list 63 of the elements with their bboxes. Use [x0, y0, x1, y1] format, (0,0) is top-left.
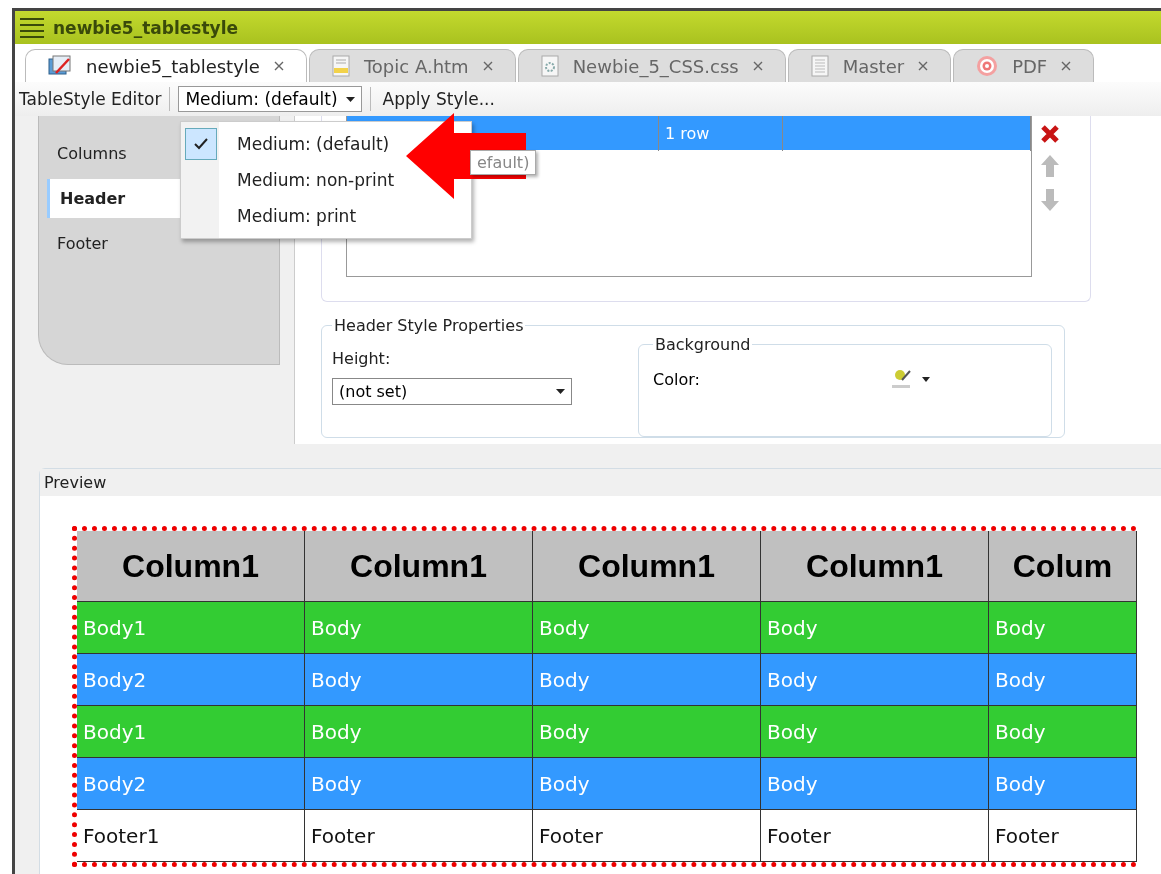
preview-title: Preview — [40, 469, 1161, 496]
menu-icon[interactable] — [19, 16, 45, 39]
document-tab[interactable]: newbie5_tablestyle — [25, 49, 307, 82]
table-cell: Body1 — [77, 706, 305, 758]
group-title: Header Style Properties — [333, 316, 525, 335]
table-cell: Body — [989, 602, 1137, 654]
document-tab[interactable]: Newbie_5_CSS.css — [517, 49, 786, 82]
table-cell: Body1 — [77, 602, 305, 654]
close-icon[interactable] — [752, 61, 763, 71]
table-cell: Body — [533, 602, 761, 654]
field-label: Height: — [332, 349, 392, 368]
close-icon[interactable] — [1061, 61, 1072, 71]
table-cell: Footer — [989, 810, 1137, 862]
table-cell: Body — [761, 654, 989, 706]
document-icon — [810, 55, 829, 77]
table-cell: Body — [989, 654, 1137, 706]
editor-title: TableStyle Editor — [19, 89, 162, 109]
caret-icon — [556, 389, 565, 394]
table-cell: Body — [761, 706, 989, 758]
table-cell: Body — [533, 758, 761, 810]
table-cell: Body2 — [77, 654, 305, 706]
table-cell: Footer — [761, 810, 989, 862]
apply-style-button[interactable]: Apply Style... — [378, 89, 499, 109]
table-cell: Footer1 — [77, 810, 305, 862]
table-cell: Body — [305, 706, 533, 758]
close-icon[interactable] — [482, 61, 493, 71]
color-picker-icon[interactable] — [889, 368, 930, 390]
table-cell: Body — [989, 758, 1137, 810]
window-title: newbie5_tablestyle — [53, 17, 238, 38]
table-cell: Body — [533, 654, 761, 706]
height-dropdown[interactable]: (not set) — [332, 378, 572, 405]
tooltip: efault) — [470, 150, 537, 175]
table-cell: Column1 — [305, 531, 533, 602]
table-cell: Body — [761, 602, 989, 654]
document-tab[interactable]: Master — [787, 49, 952, 82]
table-cell: Body — [533, 706, 761, 758]
table-cell: Body2 — [77, 758, 305, 810]
check-icon — [194, 138, 208, 150]
target-icon — [976, 55, 999, 77]
table-cell: Footer — [305, 810, 533, 862]
style-dropdown[interactable]: Medium: (default) — [178, 86, 362, 112]
table-cell: Body — [305, 654, 533, 706]
pointer-arrow-icon — [406, 113, 526, 199]
caret-icon — [345, 96, 355, 102]
table-cell: Column1 — [761, 531, 989, 602]
table-icon — [48, 55, 72, 77]
close-icon[interactable] — [273, 61, 284, 71]
table-cell: Footer — [533, 810, 761, 862]
table-cell: Body — [989, 706, 1137, 758]
table-cell: Body — [305, 758, 533, 810]
table-cell: Column1 — [533, 531, 761, 602]
close-icon[interactable] — [918, 61, 929, 71]
table-cell: Body — [761, 758, 989, 810]
table-cell: Column1 — [77, 531, 305, 602]
document-tab[interactable]: PDF — [953, 49, 1095, 82]
delete-icon[interactable] — [1040, 124, 1060, 144]
field-label: Color: — [653, 369, 700, 389]
table-cell: Colum — [989, 531, 1137, 602]
document-tab[interactable]: Topic A.htm — [308, 49, 516, 82]
table-cell: Body — [305, 602, 533, 654]
document-icon — [331, 55, 350, 77]
group-title: Background — [654, 335, 752, 354]
gear-document-icon — [540, 55, 559, 77]
